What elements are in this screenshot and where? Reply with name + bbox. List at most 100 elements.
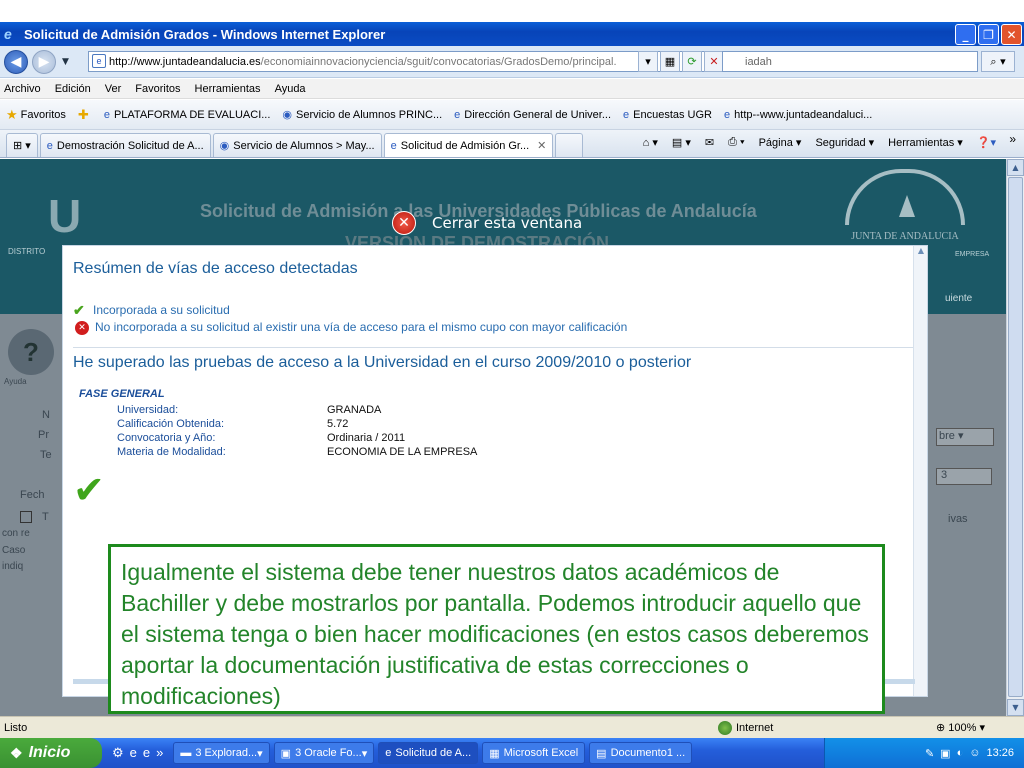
tab-label: Demostración Solicitud de A... <box>56 139 204 152</box>
scroll-thumb[interactable] <box>1008 177 1023 697</box>
start-button[interactable]: ❖ Inicio <box>0 738 102 768</box>
dialog-scrollbar[interactable]: ▲ <box>913 246 927 696</box>
ie-icon: e <box>385 747 392 759</box>
favorite-link-servicio[interactable]: ◉ Servicio de Alumnos PRINC... <box>282 108 442 122</box>
ie-quicklaunch-icon[interactable]: e <box>143 745 150 761</box>
close-button[interactable]: ✕ <box>1001 24 1022 45</box>
favorite-label: Encuestas UGR <box>633 108 713 121</box>
menu-herramientas[interactable]: Herramientas <box>195 83 261 95</box>
page-menu[interactable]: Página ▾ <box>759 136 802 149</box>
address-dropdown-icon[interactable]: ▾ <box>638 51 658 72</box>
menu-favoritos[interactable]: Favoritos <box>135 83 180 95</box>
tab-label: Solicitud de Admisión Gr... <box>400 139 530 152</box>
zoom-control[interactable]: ⊕ 100% ▾ <box>936 721 985 734</box>
task-solicitud[interactable]: e Solicitud de A... <box>378 742 479 764</box>
favorite-link-direccion[interactable]: e Dirección General de Univer... <box>454 109 611 121</box>
task-explorer[interactable]: ▬ 3 Explorad... ▾ <box>173 742 270 764</box>
fase-general-label: FASE GENERAL <box>79 388 165 400</box>
checkmark-icon: ✔ <box>73 302 85 318</box>
bg-select[interactable]: bre ▾ <box>936 428 994 446</box>
page-icon: e <box>92 54 106 68</box>
quick-tabs-button[interactable]: ⊞ ▾ <box>6 133 38 157</box>
task-word[interactable]: ▤ Documento1 ... <box>589 742 693 764</box>
tray-icon[interactable]: ▣ <box>940 747 950 760</box>
back-button[interactable]: ◀ <box>4 49 28 74</box>
red-cross-icon: ✕ <box>75 320 89 335</box>
status-text: Listo <box>4 721 28 734</box>
close-window-link[interactable]: ✕ Cerrar esta ventana <box>392 211 582 235</box>
task-excel[interactable]: ▦ Microsoft Excel <box>482 742 586 764</box>
more-chevron-icon[interactable]: » <box>1009 132 1016 146</box>
menu-ayuda[interactable]: Ayuda <box>275 83 306 95</box>
divider <box>73 347 913 348</box>
more-chevron-icon[interactable]: » <box>156 745 163 761</box>
detail-value: Ordinaria / 2011 <box>327 432 406 444</box>
tray-icon[interactable]: ☺ <box>969 747 980 759</box>
tab-servicio[interactable]: ◉ Servicio de Alumnos > May... <box>212 133 382 157</box>
refresh-icon[interactable]: ⟳ <box>682 51 702 72</box>
add-favorite-button[interactable]: ✚ <box>78 107 92 123</box>
legend-excluded-label: No incorporada a su solicitud al existir… <box>95 320 628 334</box>
add-favorite-icon: ✚ <box>77 106 89 122</box>
stop-icon[interactable]: ✕ <box>704 51 724 72</box>
address-input[interactable]: e http://www.juntadeandalucia.es/economi… <box>88 51 713 72</box>
minimize-button[interactable]: _ <box>955 24 976 45</box>
empresa-label: EMPRESA <box>955 251 990 258</box>
forward-button[interactable]: ▶ <box>32 49 56 74</box>
ie-icon: e <box>390 139 397 152</box>
screen-top-margin <box>0 0 1024 22</box>
favorite-link-junta[interactable]: e http--www.juntadeandaluci... <box>724 109 872 121</box>
star-icon: ★ <box>6 106 18 122</box>
home-icon[interactable]: ⌂ ▾ <box>643 136 658 149</box>
detail-row: Convocatoria y Año: Ordinaria / 2011 <box>117 431 477 445</box>
access-route-heading: He superado las pruebas de acceso a la U… <box>73 354 692 371</box>
mail-icon[interactable]: ✉ <box>705 136 714 149</box>
history-dropdown-icon[interactable]: ▼ <box>62 57 69 67</box>
quick-launch-icon[interactable]: ⚙ <box>112 745 124 761</box>
tab-solicitud[interactable]: e Solicitud de Admisión Gr... ✕ <box>383 133 554 157</box>
tools-menu[interactable]: Herramientas ▾ <box>888 136 963 149</box>
restore-button[interactable]: ❐ <box>978 24 999 45</box>
bg-input[interactable]: 3 <box>936 468 992 485</box>
favorite-link-encuestas[interactable]: e Encuestas UGR <box>623 109 712 121</box>
help-icon[interactable]: ❓▾ <box>977 136 996 149</box>
print-icon[interactable]: ⎙ ▾ <box>728 136 744 149</box>
task-label: 3 Explorad... <box>195 747 258 759</box>
search-value: iadah <box>745 55 772 68</box>
detail-value: ECONOMIA DE LA EMPRESA <box>327 446 478 458</box>
academic-details: Universidad: GRANADA Calificación Obtenid… <box>117 403 477 459</box>
favorite-link-plataforma[interactable]: e PLATAFORMA DE EVALUACI... <box>104 109 271 121</box>
compatibility-icon[interactable]: ▦ <box>660 51 680 72</box>
ie-quicklaunch-icon[interactable]: e <box>130 745 137 761</box>
scroll-up-icon[interactable]: ▲ <box>1007 159 1024 176</box>
next-link[interactable]: uiente <box>945 293 972 304</box>
search-icon[interactable]: ⌕ ▾ <box>981 51 1015 72</box>
search-input[interactable]: iadah <box>722 51 978 72</box>
tray-icon[interactable]: ✎ <box>925 747 934 760</box>
menu-edicion[interactable]: Edición <box>55 83 91 95</box>
zone-label: Internet <box>736 722 774 734</box>
menu-ver[interactable]: Ver <box>105 83 122 95</box>
menu-bar: Archivo Edición Ver Favoritos Herramient… <box>0 79 1024 99</box>
task-label: 3 Oracle Fo... <box>295 747 362 759</box>
task-oracle[interactable]: ▣ 3 Oracle Fo... ▾ <box>273 742 375 764</box>
distrito-label: DISTRITO <box>8 247 46 256</box>
page-scrollbar[interactable]: ▲ ▼ <box>1006 159 1024 716</box>
bg-label: Caso <box>2 545 26 556</box>
detail-row: Calificación Obtenida: 5.72 <box>117 417 477 431</box>
status-bar: Listo Internet ⊕ 100% ▾ <box>0 716 1024 738</box>
close-tab-icon[interactable]: ✕ <box>537 139 546 152</box>
scroll-up-icon[interactable]: ▲ <box>914 246 928 260</box>
bg-checkbox[interactable] <box>20 511 32 523</box>
clock[interactable]: 13:26 <box>986 747 1014 759</box>
new-tab-button[interactable] <box>555 133 584 157</box>
legend: ✔ Incorporada a su solicitud ✕ No incorp… <box>73 302 627 336</box>
feeds-icon[interactable]: ▤ ▾ <box>672 136 691 149</box>
tab-demostracion[interactable]: e Demostración Solicitud de A... <box>39 133 211 157</box>
bg-label: Te <box>40 449 52 461</box>
favorites-button[interactable]: ★ Favoritos <box>6 107 66 123</box>
menu-archivo[interactable]: Archivo <box>4 83 41 95</box>
security-menu[interactable]: Seguridad ▾ <box>815 136 874 149</box>
tray-icon[interactable]: ◐ <box>957 747 964 759</box>
scroll-down-icon[interactable]: ▼ <box>1007 699 1024 716</box>
